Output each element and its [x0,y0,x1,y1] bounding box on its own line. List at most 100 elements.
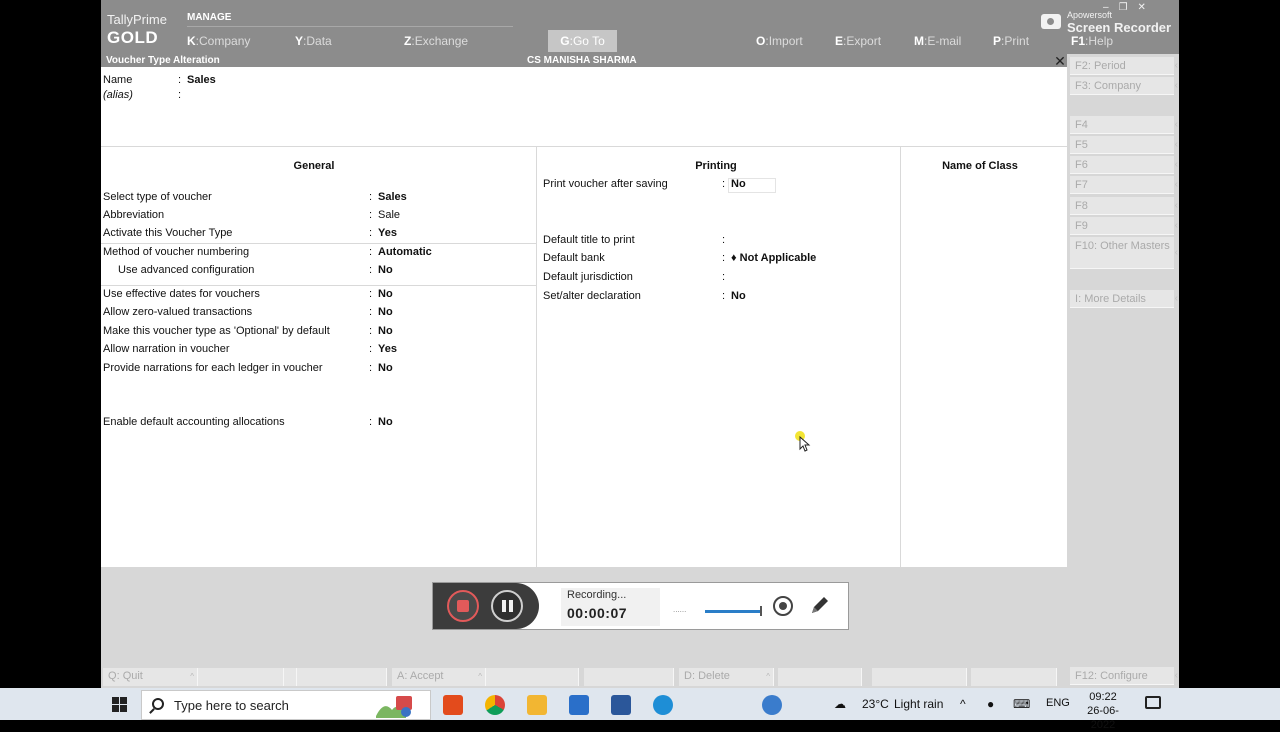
ledger-narration-value[interactable]: No [378,362,393,374]
bottom-button[interactable] [778,668,862,686]
pause-recording-button[interactable] [491,590,523,622]
optional-default-value[interactable]: No [378,325,393,337]
screen-title: Voucher Type Alteration [106,55,220,66]
notifications-icon[interactable] [1145,696,1161,709]
close-icon[interactable]: ✕ [1138,2,1156,13]
general-label: Use effective dates for vouchers [103,288,260,300]
language-indicator[interactable]: ENG [1046,697,1070,709]
menu-company[interactable]: K:Company [187,34,250,48]
divider [900,146,901,567]
bottom-button[interactable] [198,668,284,686]
minimize-icon[interactable]: – [1103,2,1119,13]
bottom-button[interactable] [284,668,297,686]
advanced-config-value[interactable]: No [378,264,393,276]
name-field[interactable]: Sales [187,74,216,86]
recorder-name: Screen Recorder [1067,20,1172,35]
menu-exchange[interactable]: Z:Exchange [404,34,468,48]
weather-text[interactable]: Light rain [894,697,943,711]
search-icon [152,698,164,710]
colon: : [178,74,182,86]
f9-button[interactable]: F9 ‹ [1070,217,1178,235]
f5-button[interactable]: F5 ‹ [1070,136,1178,154]
colon: : [369,246,373,258]
divider [101,285,536,286]
mouse-cursor-icon [799,436,811,452]
menu-data[interactable]: Y:Data [295,34,332,48]
taskbar-clock[interactable]: 09:22 26-06-2022 [1075,690,1131,732]
clock-date: 26-06-2022 [1087,705,1119,731]
select-type-value[interactable]: Sales [378,191,407,203]
allow-narration-value[interactable]: Yes [378,343,397,355]
f7-button[interactable]: F7 ‹ [1070,176,1178,194]
period-button[interactable]: F2: Period ‹ [1070,57,1178,75]
window-controls[interactable]: –❐✕ [1103,2,1156,13]
f6-button[interactable]: F6 ‹ [1070,156,1178,174]
general-label: Allow narration in voucher [103,343,230,355]
clock-time: 09:22 [1089,691,1117,703]
company-button[interactable]: F3: Company ‹ [1070,77,1178,95]
colon: : [369,227,373,239]
colon: : [722,271,726,283]
bottom-button[interactable] [872,668,967,686]
printing-label: Print voucher after saving [543,178,668,190]
restore-icon[interactable]: ❐ [1119,2,1138,13]
weather-icon[interactable]: ☁ [834,697,846,711]
accounting-allocations-value[interactable]: No [378,416,393,428]
colon: : [369,306,373,318]
f8-button[interactable]: F8 ‹ [1070,197,1178,215]
section-label: MANAGE [187,12,232,23]
declaration-value[interactable]: No [731,290,746,302]
webcam-icon[interactable] [773,596,793,616]
colon: : [369,325,373,337]
bottom-button[interactable] [584,668,674,686]
menu-print[interactable]: P:Print [993,34,1029,48]
menu-import[interactable]: O:Import [756,34,803,48]
effective-dates-value[interactable]: No [378,288,393,300]
zero-valued-value[interactable]: No [378,306,393,318]
bottom-button[interactable] [486,668,579,686]
more-details-button[interactable]: I: More Details ‹ [1070,290,1178,308]
weather-temperature[interactable]: 23°C [862,697,889,711]
brand-edition: GOLD [107,28,159,47]
office-icon[interactable] [443,695,463,715]
menu-export[interactable]: E:Export [835,34,881,48]
top-bar: TallyPrime GOLD MANAGE K:Company Y:Data … [101,0,1179,54]
delete-button[interactable]: D: Delete ^ [679,668,774,686]
bottom-button[interactable] [971,668,1057,686]
divider [536,146,537,567]
edge-icon[interactable] [653,695,673,715]
default-bank-value[interactable]: ♦ Not Applicable [731,252,816,264]
stop-recording-button[interactable] [447,590,479,622]
taskbar-search[interactable]: Type here to search [141,690,431,720]
pen-icon[interactable] [807,592,833,618]
other-masters-button[interactable]: F10: Other Masters ‹ [1070,237,1178,269]
show-hidden-icons-icon[interactable]: ^ [960,697,966,711]
microphone-icon[interactable]: ● [987,697,994,711]
close-icon[interactable]: ✕ [1053,54,1067,68]
menu-help[interactable]: F1:Help [1071,34,1113,48]
configure-button[interactable]: F12: Configure ‹ [1070,667,1178,685]
menu-goto[interactable]: G:Go To [548,30,617,52]
recording-timer: 00:00:07 [567,605,628,621]
file-explorer-icon[interactable] [527,695,547,715]
app-icon[interactable] [569,695,589,715]
chrome-icon[interactable] [485,695,505,715]
f4-button[interactable]: F4 ‹ [1070,116,1178,134]
windows-start-icon[interactable] [112,697,127,712]
keyboard-icon[interactable]: ⌨ [1013,697,1030,711]
activate-value[interactable]: Yes [378,227,397,239]
abbreviation-value[interactable]: Sale [378,209,400,221]
quit-button[interactable]: Q: Quit ^ [103,668,198,686]
accept-button[interactable]: A: Accept ^ [392,668,486,686]
printing-label: Default title to print [543,234,635,246]
numbering-value[interactable]: Automatic [378,246,432,258]
colon: : [369,191,373,203]
help-icon[interactable] [762,695,782,715]
bottom-button-bar: Q: Quit ^ A: Accept ^ D: Delete ^ [101,668,1067,688]
bottom-button[interactable] [297,668,387,686]
volume-slider[interactable] [705,606,762,616]
print-after-saving-value[interactable]: No [731,178,746,190]
word-icon[interactable] [611,695,631,715]
menu-email[interactable]: M:E-mail [914,34,961,48]
camera-icon [1041,14,1061,29]
